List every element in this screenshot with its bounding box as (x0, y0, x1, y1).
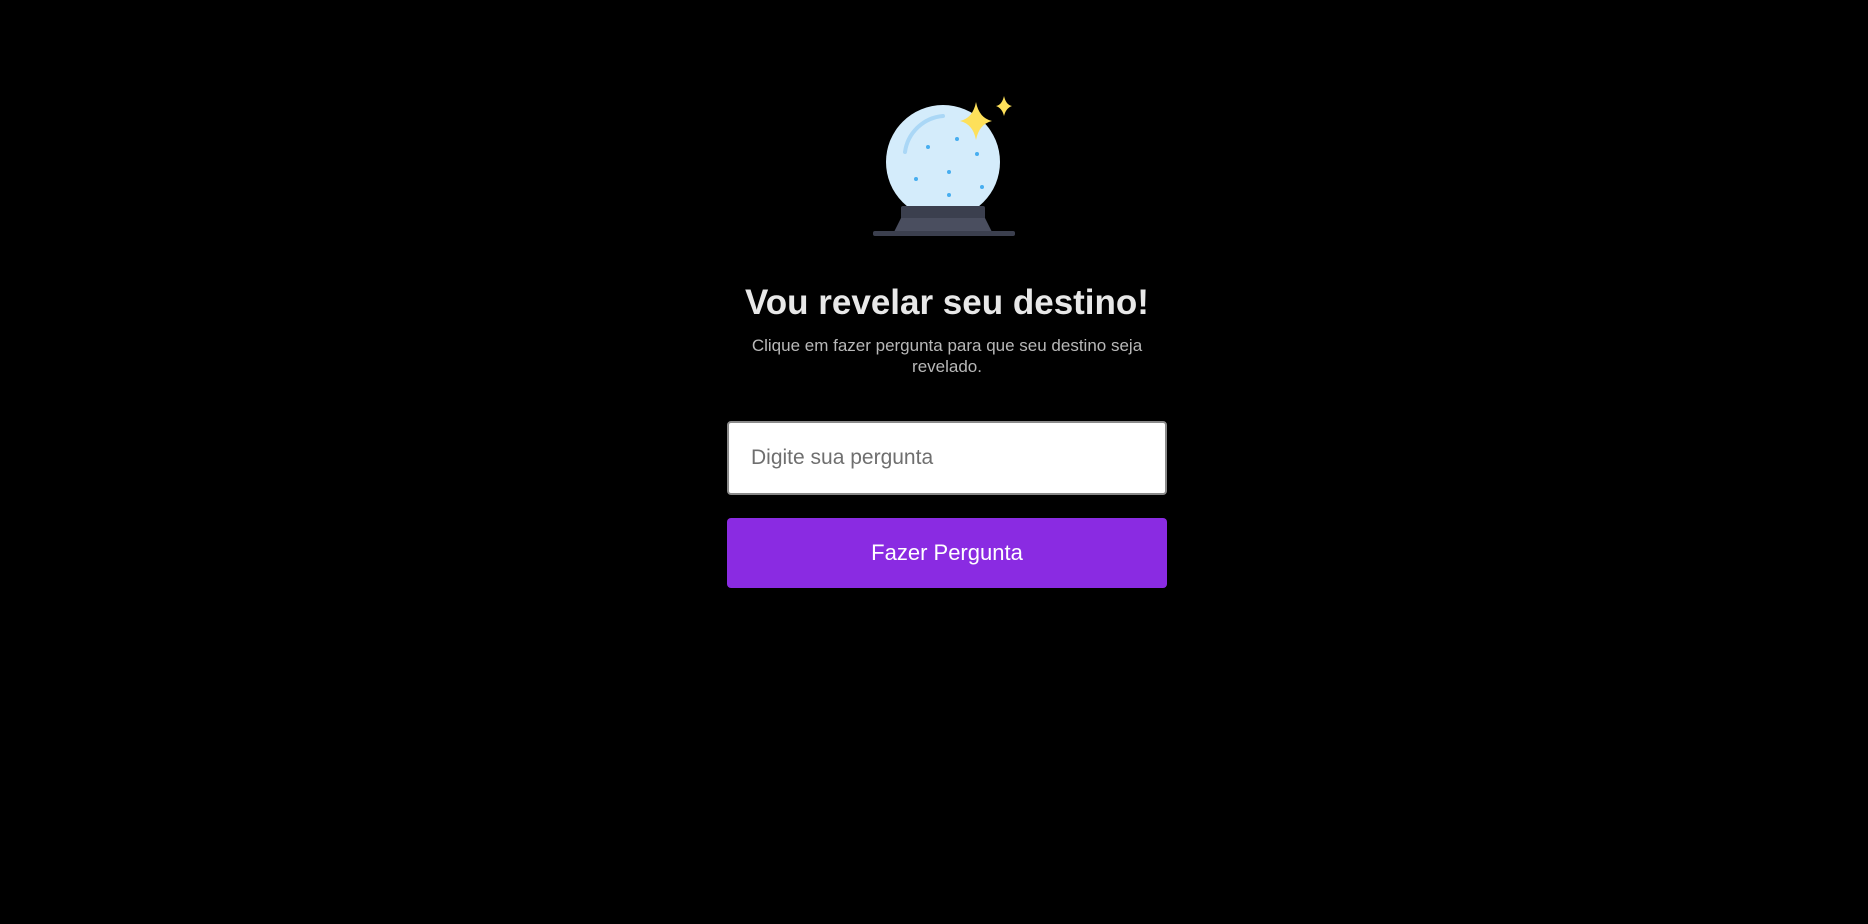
question-input[interactable] (727, 421, 1167, 495)
page: Vou revelar seu destino! Clique em fazer… (0, 0, 1868, 924)
crystal-ball-icon (873, 96, 1015, 236)
page-subtitle: Clique em fazer pergunta para que seu de… (751, 336, 1143, 376)
main-container: Vou revelar seu destino! Clique em fazer… (727, 0, 1167, 588)
ask-question-button[interactable]: Fazer Pergunta (727, 518, 1167, 588)
page-title: Vou revelar seu destino! (745, 283, 1149, 322)
